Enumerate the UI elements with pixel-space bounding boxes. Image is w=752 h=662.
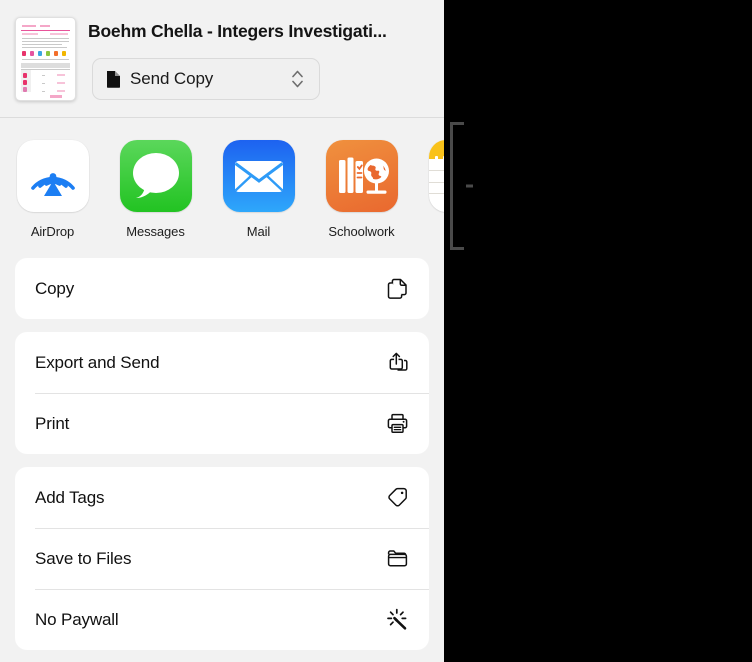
action-row-export-and-send[interactable]: Export and Send	[15, 332, 429, 393]
thumbnail-preview	[20, 22, 71, 98]
app-target-schoolwork[interactable]: Schoolwork	[314, 140, 409, 239]
action-group-3: Add Tags Save to Files No Paywall	[15, 467, 429, 650]
mail-icon	[222, 140, 295, 212]
action-row-print[interactable]: Print	[15, 393, 429, 454]
app-label: Messages	[126, 224, 185, 239]
send-copy-label: Send Copy	[130, 69, 214, 88]
app-target-airdrop[interactable]: AirDrop	[5, 140, 100, 239]
action-label: Print	[35, 413, 70, 433]
airdrop-icon	[16, 140, 89, 212]
app-label: AirDrop	[30, 224, 75, 239]
share-sheet-header: Boehm Chella - Integers Investigati... S…	[0, 0, 444, 118]
app-target-notes[interactable]: Notes	[417, 140, 444, 239]
magic-wand-icon	[383, 606, 411, 634]
action-label: No Paywall	[35, 609, 119, 629]
copy-icon	[383, 275, 411, 303]
screen: Boehm Chella - Integers Investigati... S…	[0, 0, 752, 662]
folder-icon	[383, 545, 411, 573]
action-group-1: Copy	[15, 258, 429, 319]
schoolwork-icon	[325, 140, 398, 212]
action-label: Export and Send	[35, 352, 160, 372]
action-row-copy[interactable]: Copy	[15, 258, 429, 319]
document-title: Boehm Chella - Integers Investigati...	[88, 21, 387, 41]
printer-icon	[383, 410, 411, 438]
messages-icon	[119, 140, 192, 212]
app-target-mail[interactable]: Mail	[211, 140, 306, 239]
action-row-save-to-files[interactable]: Save to Files	[15, 528, 429, 589]
tag-icon	[383, 484, 411, 512]
app-label: Schoolwork	[328, 224, 395, 239]
document-icon	[106, 70, 121, 88]
app-label: Mail	[246, 224, 271, 239]
action-label: Copy	[35, 278, 75, 298]
action-row-no-paywall[interactable]: No Paywall	[15, 589, 429, 650]
action-row-add-tags[interactable]: Add Tags	[15, 467, 429, 528]
action-list: Copy Export and Send Print Add Tags Save…	[0, 258, 444, 650]
notes-icon	[428, 140, 444, 212]
send-copy-button[interactable]: Send Copy	[92, 58, 320, 100]
share-export-icon	[383, 349, 411, 377]
selection-bracket	[450, 122, 473, 250]
action-label: Save to Files	[35, 548, 132, 568]
selection-bracket-tick	[466, 184, 473, 188]
app-target-messages[interactable]: Messages	[108, 140, 203, 239]
document-thumbnail[interactable]	[15, 17, 76, 101]
action-group-2: Export and Send Print	[15, 332, 429, 454]
share-sheet-panel: Boehm Chella - Integers Investigati... S…	[0, 0, 444, 662]
chevron-up-down-icon	[292, 70, 303, 88]
app-share-targets-row[interactable]: AirDrop Messages Mail Schoolwork	[0, 118, 444, 258]
action-label: Add Tags	[35, 487, 105, 507]
